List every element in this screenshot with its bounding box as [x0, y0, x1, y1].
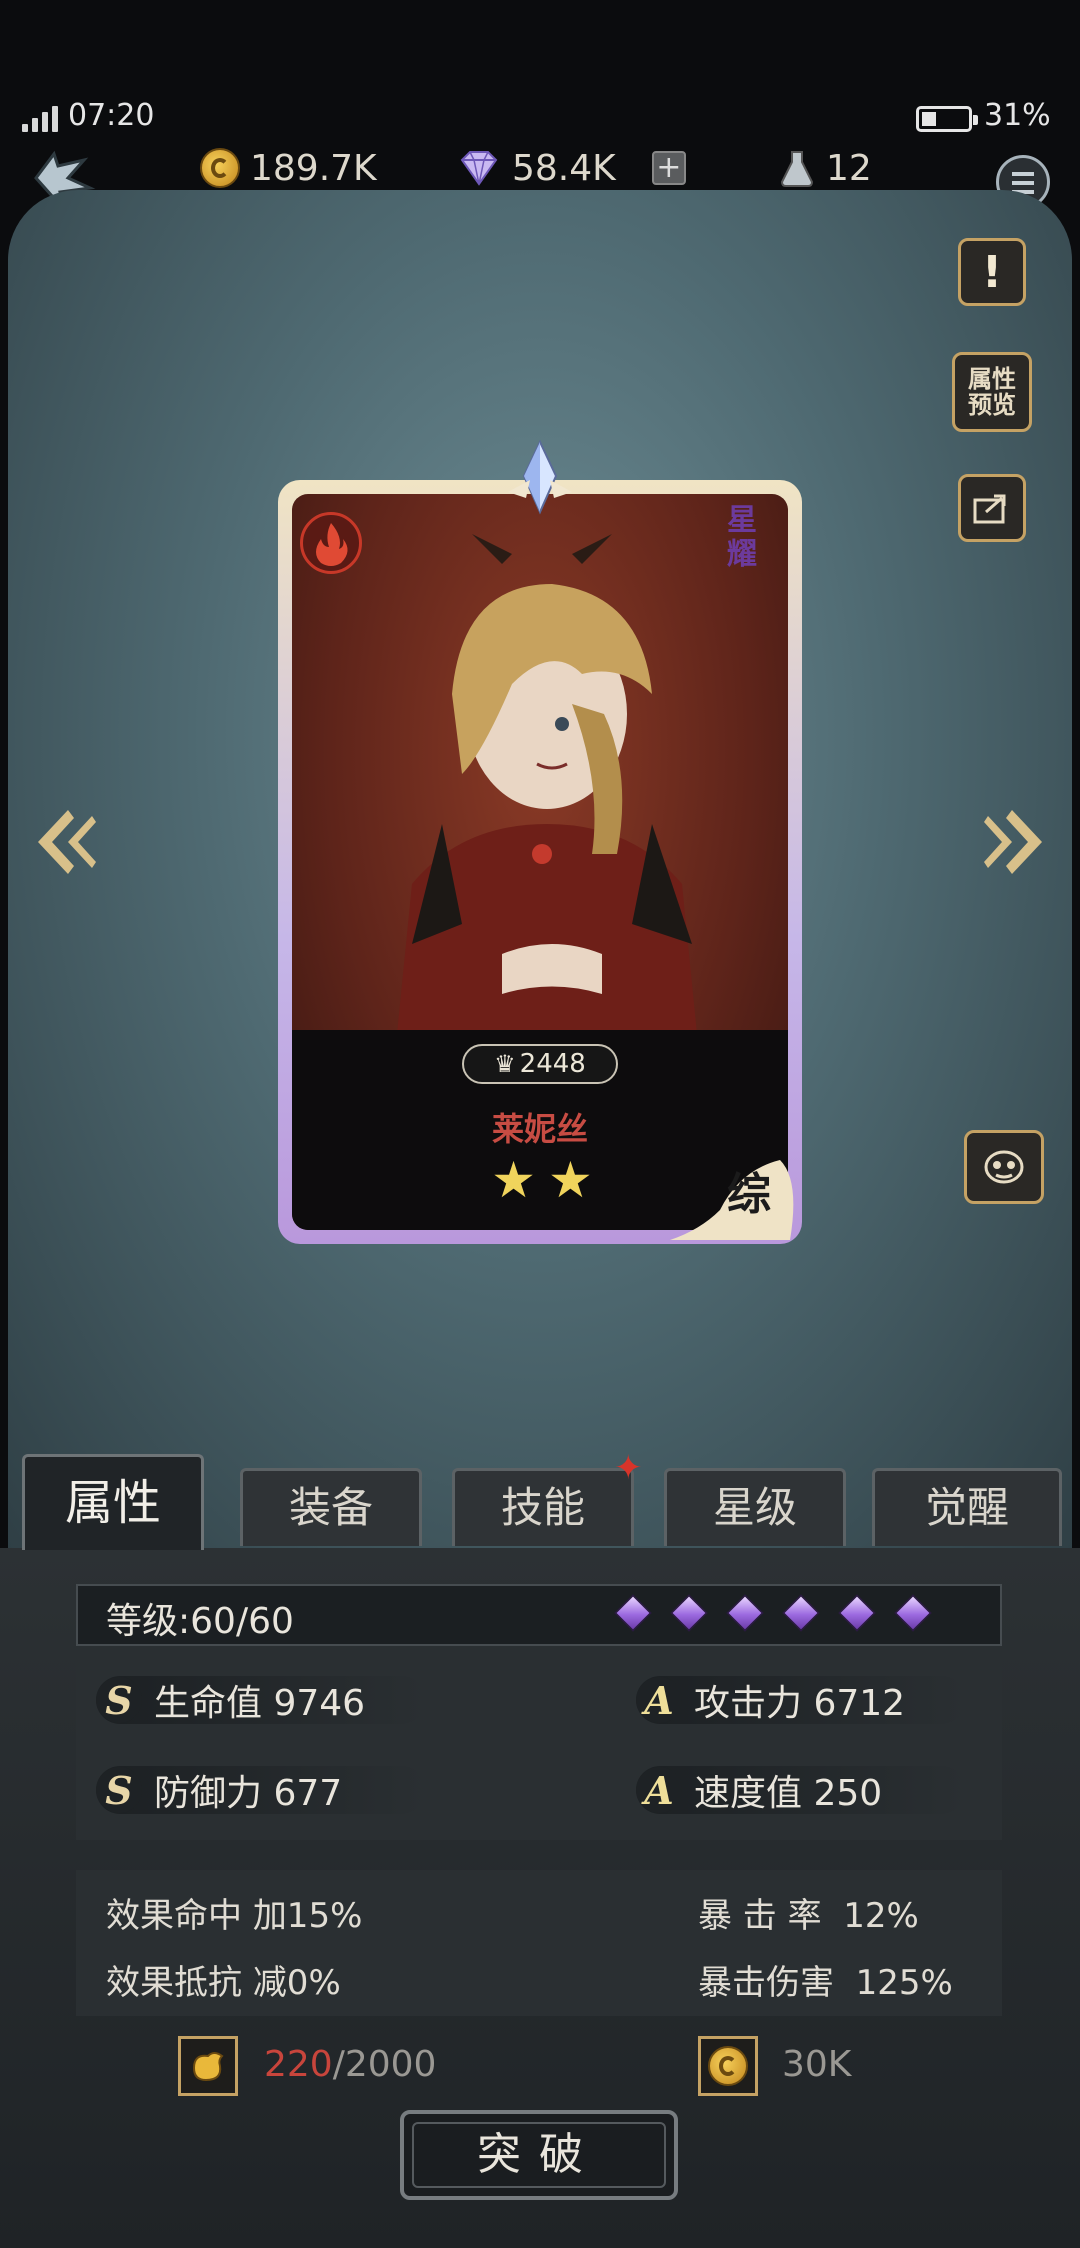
crit-rate: 暴 击 率 12%	[698, 1896, 919, 1936]
gold-cost: 30K	[782, 2044, 852, 2085]
star-icon: ★	[491, 1151, 536, 1209]
effect-hit: 效果命中 加15%	[106, 1896, 363, 1936]
tab-skills[interactable]: 技能	[452, 1468, 634, 1546]
gold-cost-icon	[698, 2036, 758, 2096]
tab-equipment[interactable]: 装备	[240, 1468, 422, 1546]
hero-name: 莱妮丝	[491, 1110, 588, 1148]
stat-speed: A 速度值 250	[636, 1762, 882, 1818]
mask-icon	[984, 1150, 1024, 1184]
level-label: 等级:60/60	[106, 1601, 294, 1642]
stat-hp-label: 生命值 9746	[154, 1683, 366, 1724]
hero-portrait	[392, 534, 702, 1084]
stat-attack-label: 攻击力 6712	[694, 1683, 906, 1724]
level-diamond-icon	[838, 1594, 876, 1632]
info-button[interactable]: !	[958, 238, 1026, 306]
potion-icon	[780, 151, 814, 187]
potion-amount: 12	[826, 147, 872, 189]
next-hero-button[interactable]	[982, 804, 1046, 884]
crystal-icon	[508, 440, 572, 515]
notification-star-icon: ✦	[614, 1448, 643, 1488]
effect-resist: 效果抵抗 减0%	[106, 1963, 341, 2003]
gold-amount: 189.7K	[250, 147, 377, 189]
stat-defense: S 防御力 677	[96, 1762, 342, 1818]
material-cost: 220/2000	[264, 2044, 436, 2085]
battery-icon	[916, 106, 978, 132]
add-diamond-button[interactable]: +	[651, 151, 686, 185]
tab-stars[interactable]: 星级	[664, 1468, 846, 1546]
diamond-counter: 58.4K +	[456, 140, 686, 196]
stat-speed-label: 速度值 250	[694, 1773, 883, 1814]
chevron-right-icon	[984, 810, 1042, 874]
skin-button[interactable]	[964, 1130, 1044, 1204]
material-total: /2000	[332, 2044, 437, 2085]
rank-badge: 星耀	[727, 503, 757, 572]
star-rating: ★ ★	[472, 1155, 612, 1205]
level-diamond-icon	[894, 1594, 932, 1632]
level-diamonds	[614, 1594, 932, 1632]
battery-percent: 31%	[984, 98, 1051, 133]
fire-element-icon	[300, 512, 362, 574]
signal-icon	[22, 104, 58, 132]
share-icon	[973, 494, 1006, 524]
stat-hp: S 生命值 9746	[96, 1672, 365, 1728]
share-button[interactable]	[958, 474, 1026, 542]
diamond-icon	[460, 151, 498, 186]
tab-awaken[interactable]: 觉醒	[872, 1468, 1062, 1546]
crown-icon: ♛	[494, 1050, 516, 1078]
attr-preview-label: 属性预览	[968, 365, 1016, 419]
stat-attack: A 攻击力 6712	[636, 1672, 905, 1728]
attr-preview-button[interactable]: 属性预览	[952, 352, 1032, 432]
material-current: 220	[264, 2044, 333, 2085]
power-value: 2448	[519, 1049, 586, 1079]
power-badge: ♛ 2448	[462, 1044, 618, 1084]
material-icon	[178, 2036, 238, 2096]
grade-badge: S	[96, 1767, 142, 1813]
level-diamond-icon	[670, 1594, 708, 1632]
tab-attributes[interactable]: 属性	[22, 1454, 204, 1550]
chevron-left-icon	[38, 810, 96, 874]
grade-badge: S	[96, 1677, 142, 1723]
stat-defense-label: 防御力 677	[154, 1773, 343, 1814]
level-diamond-icon	[726, 1594, 764, 1632]
clock: 07:20	[68, 98, 155, 133]
class-badge: 综	[727, 1169, 771, 1220]
potion-counter: 12	[778, 140, 872, 196]
diamond-amount: 58.4K	[512, 147, 616, 189]
level-diamond-icon	[782, 1594, 820, 1632]
break-button[interactable]: 突破	[400, 2110, 678, 2200]
grade-badge: A	[636, 1767, 682, 1813]
grade-badge: A	[636, 1677, 682, 1723]
crit-damage: 暴击伤害 125%	[698, 1963, 953, 2003]
star-icon: ★	[548, 1151, 593, 1209]
level-diamond-icon	[614, 1594, 652, 1632]
gold-coin-icon	[708, 2046, 748, 2086]
prev-hero-button[interactable]	[34, 804, 98, 884]
gold-coin-icon	[200, 148, 240, 188]
exclamation-icon: !	[981, 246, 1003, 298]
gold-counter: 189.7K	[200, 140, 377, 196]
